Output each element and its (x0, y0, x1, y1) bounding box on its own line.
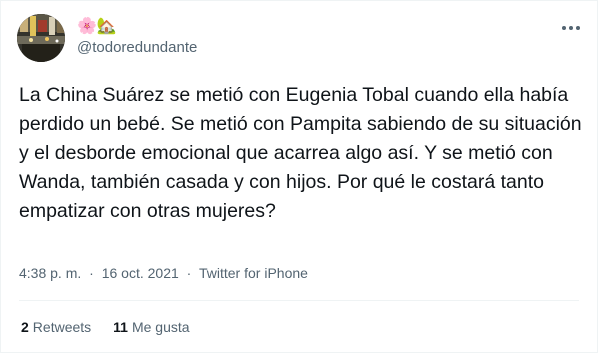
meta-separator: · (89, 265, 94, 281)
display-name[interactable]: 🌸🏡 (77, 15, 117, 37)
tweet-card[interactable]: 🌸🏡 @todoredundante La China Suárez se me… (0, 0, 598, 353)
divider (19, 300, 579, 301)
likes-label: Me gusta (131, 319, 190, 335)
likes-count: 11 (113, 319, 128, 335)
tweet-text: La China Suárez se metió con Eugenia Tob… (19, 84, 582, 222)
more-dot (576, 26, 580, 30)
display-name-text: 🌸🏡 (77, 18, 117, 35)
tweet-metadata: 4:38 p. m. · 16 oct. 2021 · Twitter for … (19, 265, 308, 281)
tweet-time[interactable]: 4:38 p. m. (19, 265, 81, 281)
retweets-label: Retweets (32, 319, 92, 335)
meta-separator: · (186, 265, 192, 281)
more-options-icon[interactable] (559, 19, 583, 37)
retweets-count: 2 (21, 319, 29, 335)
retweets-stat[interactable]: 2 Retweets (21, 319, 91, 335)
tweet-source[interactable]: Twitter for iPhone (199, 265, 308, 281)
likes-stat[interactable]: 11 Me gusta (113, 319, 189, 335)
more-dot (569, 26, 573, 30)
user-handle[interactable]: @todoredundante (77, 39, 197, 56)
avatar[interactable] (17, 14, 65, 62)
more-dot (562, 26, 566, 30)
engagement-stats: 2 Retweets 11 Me gusta (21, 319, 190, 335)
tweet-date[interactable]: 16 oct. 2021 (102, 265, 179, 281)
